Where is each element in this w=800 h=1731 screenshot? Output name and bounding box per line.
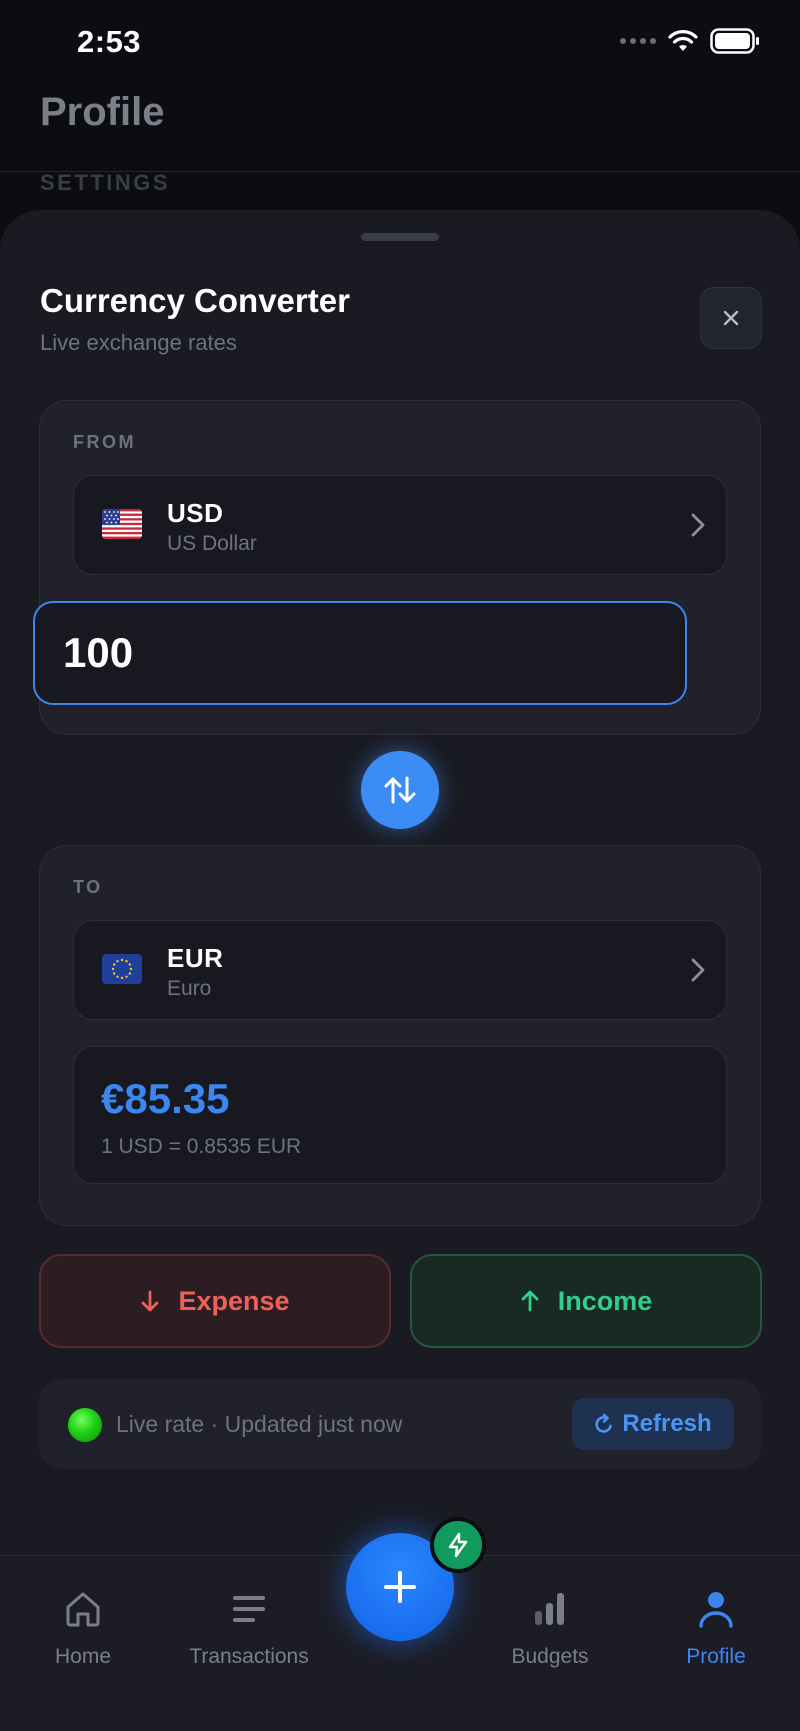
to-currency-selector[interactable]: EUR Euro	[73, 920, 727, 1020]
wifi-icon	[668, 30, 698, 51]
amount-input[interactable]	[33, 601, 687, 705]
lightning-icon	[448, 1532, 468, 1558]
expense-label: Expense	[178, 1285, 290, 1316]
tab-home-label: Home	[54, 1645, 112, 1668]
from-currency-selector[interactable]: USD US Dollar	[73, 475, 727, 575]
screen: 2:53 Profile SETTINGS Currency Converter…	[0, 0, 800, 1731]
profile-header: Profile	[0, 84, 800, 172]
sheet-grabber[interactable]	[361, 233, 439, 241]
plus-icon	[384, 1571, 416, 1603]
converted-amount: €85.35	[101, 1075, 230, 1122]
settings-section-label: SETTINGS	[40, 170, 171, 195]
status-bar: 2:53	[0, 0, 800, 90]
arrow-down-icon	[142, 1290, 159, 1312]
tab-profile[interactable]: Profile	[636, 1586, 796, 1669]
live-rate-text: Live rate · Updated just now	[116, 1411, 403, 1437]
close-button[interactable]	[700, 287, 762, 349]
page-title: Profile	[40, 90, 165, 134]
tab-budgets[interactable]: Budgets	[470, 1586, 630, 1669]
status-icons	[620, 28, 760, 54]
refresh-label: Refresh	[622, 1410, 712, 1437]
quick-add-badge[interactable]	[430, 1517, 486, 1573]
live-rate-bar: Live rate · Updated just now Refresh	[39, 1379, 761, 1469]
chevron-right-icon	[691, 958, 705, 982]
tab-budgets-label: Budgets	[511, 1645, 589, 1668]
income-label: Income	[557, 1285, 653, 1316]
add-expense-button[interactable]: Expense	[39, 1254, 391, 1348]
refresh-icon	[595, 1413, 613, 1433]
to-currency-code: EUR	[167, 943, 224, 973]
swap-currencies-button[interactable]	[361, 751, 439, 829]
us-flag-icon	[102, 509, 142, 539]
to-panel: TO EUR Euro €85.35 1 USD = 0.8535 EUR	[39, 845, 761, 1226]
from-currency-code: USD	[167, 498, 224, 528]
arrow-up-icon	[521, 1290, 539, 1312]
swap-arrows-icon	[384, 776, 416, 804]
live-status-dot	[68, 1408, 102, 1442]
chevron-right-icon	[691, 513, 705, 537]
cellular-signal-icon	[620, 38, 656, 44]
close-icon	[723, 310, 739, 326]
tab-transactions-label: Transactions	[189, 1645, 309, 1668]
add-income-button[interactable]: Income	[410, 1254, 762, 1348]
conversion-result: €85.35 1 USD = 0.8535 EUR	[73, 1046, 727, 1184]
list-icon	[233, 1596, 265, 1622]
refresh-button[interactable]: Refresh	[572, 1398, 734, 1450]
tab-profile-label: Profile	[686, 1645, 746, 1668]
person-icon	[699, 1592, 733, 1628]
tab-home[interactable]: Home	[3, 1586, 163, 1669]
exchange-rate: 1 USD = 0.8535 EUR	[101, 1135, 302, 1158]
eu-flag-icon	[102, 954, 142, 984]
sheet-subtitle: Live exchange rates	[40, 330, 237, 355]
tab-transactions[interactable]: Transactions	[169, 1586, 329, 1669]
bar-chart-icon	[535, 1593, 564, 1625]
to-currency-name: Euro	[167, 977, 212, 1000]
battery-icon	[710, 28, 759, 54]
from-label: FROM	[73, 432, 136, 452]
currency-converter-sheet: Currency Converter Live exchange rates F…	[0, 210, 800, 1610]
sheet-title: Currency Converter	[40, 282, 350, 319]
home-icon	[66, 1592, 100, 1627]
from-currency-name: US Dollar	[167, 532, 257, 555]
to-label: TO	[73, 877, 103, 897]
status-time: 2:53	[77, 24, 142, 59]
